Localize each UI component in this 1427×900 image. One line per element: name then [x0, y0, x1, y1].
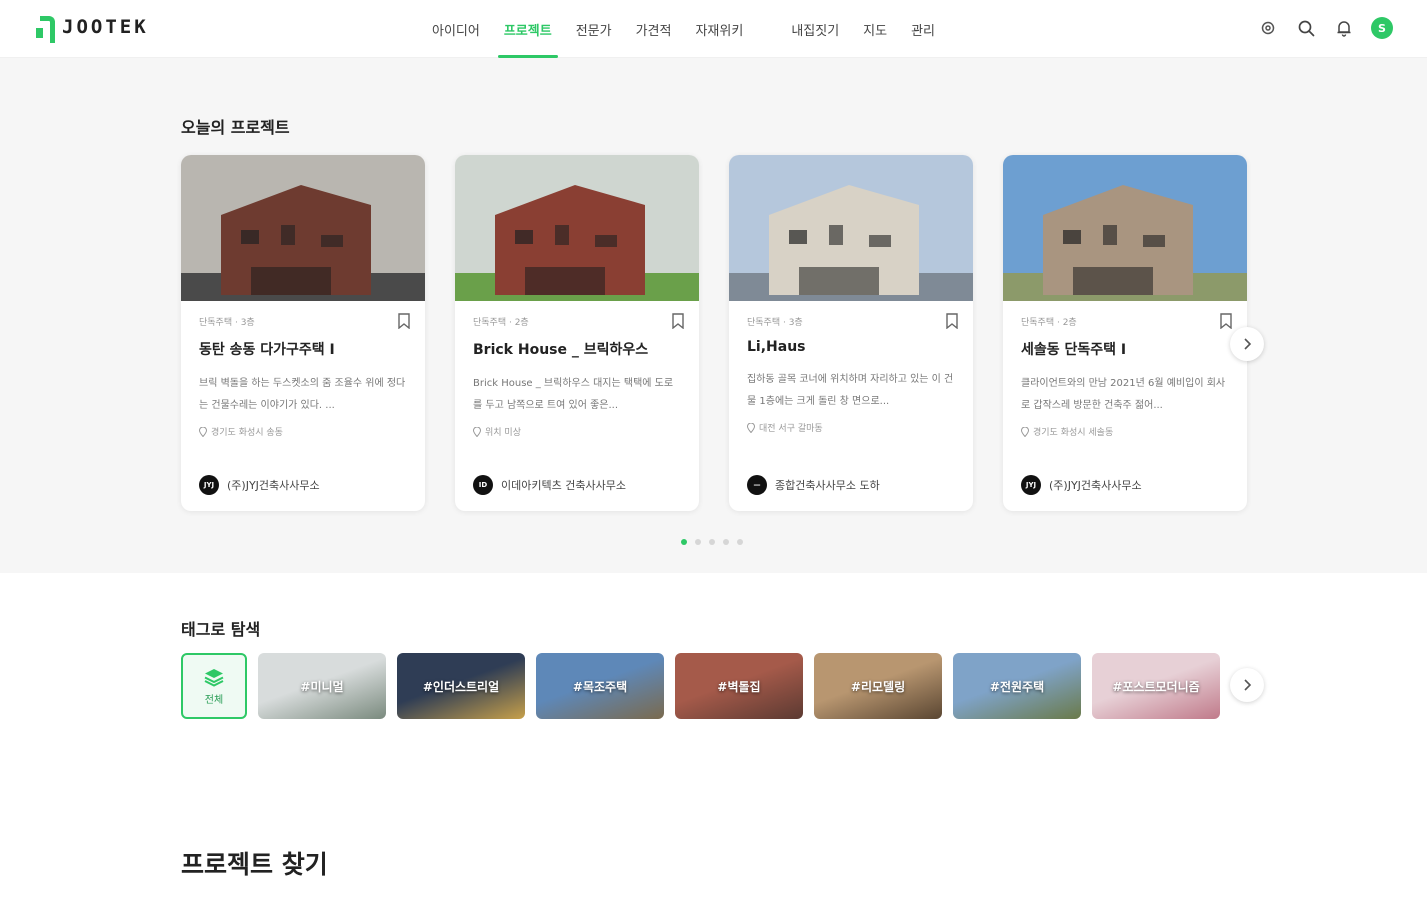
tag-card[interactable]: #전원주택 — [953, 653, 1081, 719]
search-icon[interactable] — [1295, 17, 1317, 39]
todays-projects-section: 오늘의 프로젝트 단독주택 · 3층 동탄 송동 다가구주택 I 브릭 벽돌을 … — [0, 58, 1427, 573]
office-logo: JYJ — [199, 475, 219, 495]
tag-explore-title: 태그로 탐색 — [181, 620, 261, 639]
brand-logo-mark-icon — [36, 16, 55, 43]
project-location: 위치 미상 — [473, 425, 681, 438]
project-location-text: 경기도 화성시 세솔동 — [1033, 428, 1114, 438]
settings-icon[interactable] — [1257, 17, 1279, 39]
bookmark-icon[interactable] — [397, 313, 411, 329]
pagination-dot[interactable] — [695, 539, 701, 545]
project-card[interactable]: 단독주택 · 2층 Brick House _ 브릭하우스 Brick Hous… — [455, 155, 699, 511]
project-description: 브릭 벽돌을 하는 두스켓소의 줌 조율수 위에 정다는 건물수레는 이야기가 … — [199, 378, 406, 411]
project-location-text: 경기도 화성시 송동 — [211, 428, 283, 438]
tag-card[interactable]: #목조주택 — [536, 653, 664, 719]
project-description: 집하동 골목 코너에 위치하며 자리하고 있는 이 건물 1층에는 크게 돌린 … — [747, 374, 954, 407]
top-navigation-bar: JOOTEK 아이디어 프로젝트 전문가 가견적 자재위키 내집짓기 지도 관리 S — [0, 0, 1427, 58]
architect-office[interactable]: JYJ (주)JYJ건축사사무소 — [1021, 475, 1142, 495]
carousel-next-button[interactable] — [1230, 327, 1264, 361]
office-name: 종합건축사사무소 도하 — [775, 479, 880, 492]
project-photo — [181, 155, 425, 301]
project-card-carousel: 단독주택 · 3층 동탄 송동 다가구주택 I 브릭 벽돌을 하는 두스켓소의 … — [181, 155, 1247, 511]
tag-label: #미니멀 — [300, 679, 344, 694]
project-location-text: 대전 서구 갈마동 — [759, 424, 823, 434]
notification-bell-icon[interactable] — [1333, 17, 1355, 39]
tag-label: #전원주택 — [989, 679, 1045, 694]
location-pin-icon — [199, 426, 207, 437]
project-card[interactable]: 단독주택 · 3층 동탄 송동 다가구주택 I 브릭 벽돌을 하는 두스켓소의 … — [181, 155, 425, 511]
nav-item-4[interactable]: 자재위키 — [683, 0, 755, 58]
nav-item-b0[interactable]: 내집짓기 — [779, 0, 851, 58]
pagination-dot[interactable] — [709, 539, 715, 545]
tag-all-button[interactable]: 전체 — [181, 653, 247, 719]
user-avatar[interactable]: S — [1371, 17, 1393, 39]
tag-label: #포스트모더니즘 — [1112, 679, 1200, 694]
tag-list: 전체 #미니멀 #인더스트리얼 #목조주택 #벽돌집 #리모델링 #전원주택 #포스트모더니… — [181, 653, 1249, 719]
tags-next-button[interactable] — [1230, 668, 1264, 702]
pagination-dot[interactable] — [681, 539, 687, 545]
brand-logo[interactable]: JOOTEK — [36, 16, 149, 43]
project-location: 대전 서구 갈마동 — [747, 421, 955, 434]
project-title: 동탄 송동 다가구주택 I — [199, 342, 335, 358]
office-name: (주)JYJ건축사사무소 — [227, 479, 320, 492]
office-logo: JYJ — [1021, 475, 1041, 495]
nav-item-1[interactable]: 프로젝트 — [492, 0, 564, 58]
bookmark-icon[interactable] — [945, 313, 959, 329]
project-meta: 단독주택 · 2층 — [1021, 318, 1077, 328]
layers-icon — [204, 668, 224, 687]
project-card[interactable]: 단독주택 · 3층 Li,Haus 집하동 골목 코너에 위치하며 자리하고 있… — [729, 155, 973, 511]
nav-item-b1[interactable]: 지도 — [851, 0, 899, 58]
bookmark-icon[interactable] — [1219, 313, 1233, 329]
nav-item-3[interactable]: 가견적 — [624, 0, 684, 58]
tag-card[interactable]: #벽돌집 — [675, 653, 803, 719]
architect-office[interactable]: ID 이데아키텍츠 건축사사무소 — [473, 475, 626, 495]
project-photo — [455, 155, 699, 301]
project-card[interactable]: 단독주택 · 2층 세솔동 단독주택 I 클라이언트와의 만남 2021년 6월… — [1003, 155, 1247, 511]
project-location: 경기도 화성시 송동 — [199, 425, 407, 438]
office-logo: — — [747, 475, 767, 495]
office-logo: ID — [473, 475, 493, 495]
project-location-text: 위치 미상 — [485, 428, 521, 438]
project-photo — [729, 155, 973, 301]
project-title: Li,Haus — [747, 339, 806, 355]
project-meta: 단독주택 · 3층 — [747, 318, 803, 328]
architect-office[interactable]: — 종합건축사사무소 도하 — [747, 475, 880, 495]
nav-item-2[interactable]: 전문가 — [564, 0, 624, 58]
project-meta: 단독주택 · 2층 — [473, 318, 529, 328]
office-name: (주)JYJ건축사사무소 — [1049, 479, 1142, 492]
tag-label: #목조주택 — [572, 679, 628, 694]
office-name: 이데아키텍츠 건축사사무소 — [501, 479, 626, 492]
project-title: Brick House _ 브릭하우스 — [473, 342, 649, 358]
nav-item-0[interactable]: 아이디어 — [420, 0, 492, 58]
brand-name: JOOTEK — [62, 16, 149, 38]
tag-label: #벽돌집 — [717, 679, 761, 694]
pagination-dot[interactable] — [723, 539, 729, 545]
header-actions: S — [1257, 17, 1393, 39]
nav-item-b2[interactable]: 관리 — [899, 0, 947, 58]
tag-card[interactable]: #리모델링 — [814, 653, 942, 719]
project-meta: 단독주택 · 3층 — [199, 318, 255, 328]
location-pin-icon — [1021, 426, 1029, 437]
architect-office[interactable]: JYJ (주)JYJ건축사사무소 — [199, 475, 320, 495]
main-nav: 아이디어 프로젝트 전문가 가견적 자재위키 내집짓기 지도 관리 — [420, 0, 947, 58]
tag-card[interactable]: #인더스트리얼 — [397, 653, 525, 719]
tag-card[interactable]: #포스트모더니즘 — [1092, 653, 1220, 719]
project-location: 경기도 화성시 세솔동 — [1021, 425, 1229, 438]
location-pin-icon — [747, 422, 755, 433]
find-projects-title: 프로젝트 찾기 — [181, 850, 328, 879]
location-pin-icon — [473, 426, 481, 437]
pagination-dot[interactable] — [737, 539, 743, 545]
bookmark-icon[interactable] — [671, 313, 685, 329]
tag-label: #리모델링 — [850, 679, 906, 694]
carousel-pagination — [681, 539, 743, 545]
project-photo — [1003, 155, 1247, 301]
tag-label: #인더스트리얼 — [422, 679, 500, 694]
tag-all-label: 전체 — [204, 694, 224, 706]
tag-card[interactable]: #미니멀 — [258, 653, 386, 719]
project-description: 클라이언트와의 만남 2021년 6월 예비입이 회사로 갑작스레 방문한 건축… — [1021, 378, 1226, 411]
project-title: 세솔동 단독주택 I — [1021, 342, 1127, 358]
todays-projects-title: 오늘의 프로젝트 — [181, 118, 290, 137]
project-description: Brick House _ 브릭하우스 대지는 택택에 도로를 두고 남쪽으로 … — [473, 378, 674, 411]
